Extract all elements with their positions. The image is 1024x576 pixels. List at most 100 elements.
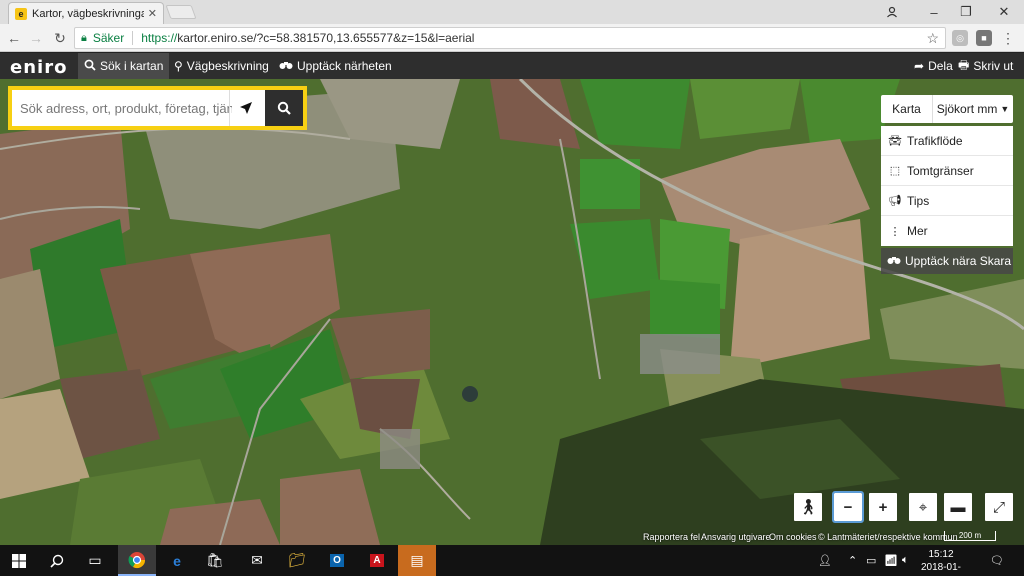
tab-title: Kartor, vägbeskrivningar <box>32 7 144 20</box>
search-field-container <box>12 90 303 126</box>
store-icon[interactable]: 🛍︎ <box>196 545 234 576</box>
car-icon: 🚘︎ <box>888 135 902 147</box>
search-icon[interactable] <box>38 545 76 576</box>
eniro-favicon-icon: e <box>15 7 27 20</box>
zoom-out-button[interactable]: − <box>832 491 864 523</box>
map-type-sea-chart-dropdown[interactable]: Sjökort mm ▼ <box>933 95 1013 123</box>
zoom-in-button[interactable]: + <box>869 493 897 521</box>
forward-icon[interactable]: → <box>26 28 46 48</box>
search-box <box>8 86 307 130</box>
extension-icon[interactable]: ◎ <box>952 30 968 46</box>
share-arrow-icon: ➦ <box>914 59 925 73</box>
fullscreen-button[interactable]: ⤢ <box>985 493 1013 521</box>
scale-bar: 200 m <box>944 531 996 541</box>
publisher-link[interactable]: Ansvarig utgivare <box>701 532 771 544</box>
binoculars-icon <box>887 254 901 268</box>
browser-tab[interactable]: e Kartor, vägbeskrivningar ✕ <box>8 2 164 24</box>
expand-icon: ⤢ <box>992 498 1005 516</box>
printer-icon: 🖶︎ <box>958 57 970 72</box>
aerial-imagery <box>0 79 1024 545</box>
bookmark-star-icon[interactable]: ☆ <box>926 30 939 47</box>
mail-icon[interactable]: ✉ <box>238 545 276 576</box>
megaphone-icon: 📢︎ <box>888 195 902 207</box>
layer-label: Trafikflöde <box>907 133 963 148</box>
restore-icon[interactable]: ❐ <box>950 0 982 24</box>
street-view-person-button[interactable]: 🚶︎ <box>794 493 822 521</box>
minimize-icon[interactable]: – <box>918 0 950 24</box>
outlook-icon[interactable]: O <box>318 545 356 576</box>
file-explorer-icon[interactable]: 📁︎ <box>278 545 316 576</box>
map-type-switcher: Karta Sjökort mm ▼ <box>881 95 1013 123</box>
search-icon <box>277 101 291 115</box>
nav-directions[interactable]: ⚲ Vägbeskrivning <box>168 53 275 79</box>
nav-search-map[interactable]: Sök i kartan <box>78 53 170 79</box>
boundary-icon: ⬚ <box>889 165 901 177</box>
layer-plot-boundaries[interactable]: ⬚ Tomtgränser <box>881 156 1013 186</box>
edge-icon[interactable]: e <box>158 545 196 576</box>
task-view-icon[interactable]: ▭ <box>76 545 114 576</box>
aerial-map[interactable] <box>0 79 1024 545</box>
layer-label: Tips <box>907 193 930 208</box>
show-hidden-icons-chevron[interactable]: ⌃ <box>848 545 857 576</box>
my-position-button[interactable]: ⌖ <box>909 493 937 521</box>
acrobat-icon[interactable]: A <box>358 545 396 576</box>
close-window-icon[interactable]: ✕ <box>988 0 1020 24</box>
layer-more[interactable]: ⋮ Mer <box>881 216 1013 246</box>
back-icon[interactable]: ← <box>4 28 24 48</box>
action-center-icon[interactable]: 🗨︎ <box>990 545 1004 576</box>
crosshair-icon: ⌖ <box>918 498 928 516</box>
url-text: kartor.eniro.se/?c=58.381570,13.655577&z… <box>177 31 475 45</box>
report-error-link[interactable]: Rapportera fel <box>643 532 700 544</box>
address-bar[interactable]: 🔒︎ Säker https:// kartor.eniro.se/?c=58.… <box>74 27 946 49</box>
windows-start-icon[interactable] <box>0 545 38 576</box>
chrome-icon[interactable] <box>118 545 156 576</box>
battery-icon[interactable]: ▭ <box>866 545 876 576</box>
minus-icon: − <box>843 498 853 516</box>
secure-label: Säker <box>92 31 125 45</box>
menu-kebab-icon[interactable]: ⋮ <box>998 28 1018 48</box>
search-input[interactable] <box>12 90 232 126</box>
locate-me-button[interactable] <box>229 90 261 126</box>
new-tab-button[interactable] <box>165 5 197 19</box>
discover-near-label: Upptäck nära Skara <box>905 254 1012 268</box>
caret-down-icon: ▼ <box>1000 104 1010 114</box>
measure-button[interactable]: ▬ <box>944 493 972 521</box>
clock-time: 15:12 <box>928 549 954 560</box>
lock-icon: 🔒︎ <box>81 31 87 44</box>
extension-icon[interactable]: ■ <box>976 30 992 46</box>
ruler-icon: ▬ <box>950 498 966 516</box>
person-icon: 🚶︎ <box>798 499 818 516</box>
layer-label: Tomtgränser <box>907 163 974 178</box>
print-button[interactable]: 🖶︎ Skriv ut <box>952 53 1019 79</box>
url-scheme: https:// <box>141 31 178 45</box>
nav-directions-label: Vägbeskrivning <box>186 59 269 73</box>
screen: e Kartor, vägbeskrivningar ✕ – ❐ ✕ ← → ↻… <box>0 0 1024 576</box>
discover-near-button[interactable]: Upptäck nära Skara <box>881 248 1013 274</box>
app-icon[interactable]: ▤ <box>398 545 436 576</box>
search-button[interactable] <box>265 90 303 126</box>
layer-tips[interactable]: 📢︎ Tips <box>881 186 1013 216</box>
cookies-link[interactable]: Om cookies <box>769 532 817 544</box>
share-label: Dela <box>928 59 953 73</box>
people-icon[interactable]: 👤︎ <box>818 545 832 576</box>
map-type-karta-button[interactable]: Karta <box>881 95 933 123</box>
close-tab-icon[interactable]: ✕ <box>148 7 157 20</box>
windows-taskbar: ▭ e 🛍︎ ✉ 📁︎ O A ▤ 👤︎ ⌃ ▭ 📶︎ 🔈︎ 15:12 201… <box>0 545 1024 576</box>
copyright-text: © Lantmäteriet/respektive kommun <box>818 532 958 542</box>
plus-icon: + <box>878 498 888 516</box>
layers-panel: 🚘︎ Trafikflöde ⬚ Tomtgränser 📢︎ Tips ⋮ M… <box>881 126 1013 246</box>
network-icon[interactable]: 📶︎ <box>884 545 898 576</box>
layer-label: Mer <box>907 224 928 238</box>
nav-search-map-label: Sök i kartan <box>100 59 164 73</box>
system-clock[interactable]: 15:12 2018-01-08 <box>918 548 964 576</box>
site-header: eniro Sök i kartan ⚲ Vägbeskrivning Uppt… <box>0 53 1024 79</box>
binoculars-icon <box>279 59 293 73</box>
map-type-sea-chart-label: Sjökort mm <box>936 102 998 116</box>
layer-traffic[interactable]: 🚘︎ Trafikflöde <box>881 126 1013 156</box>
eniro-logo[interactable]: eniro <box>10 57 67 78</box>
volume-icon[interactable]: 🔈︎ <box>902 545 909 576</box>
reload-icon[interactable]: ↻ <box>50 28 70 48</box>
nav-discover-nearby[interactable]: Upptäck närheten <box>273 53 398 79</box>
print-label: Skriv ut <box>973 59 1014 73</box>
profile-icon[interactable] <box>876 0 908 24</box>
